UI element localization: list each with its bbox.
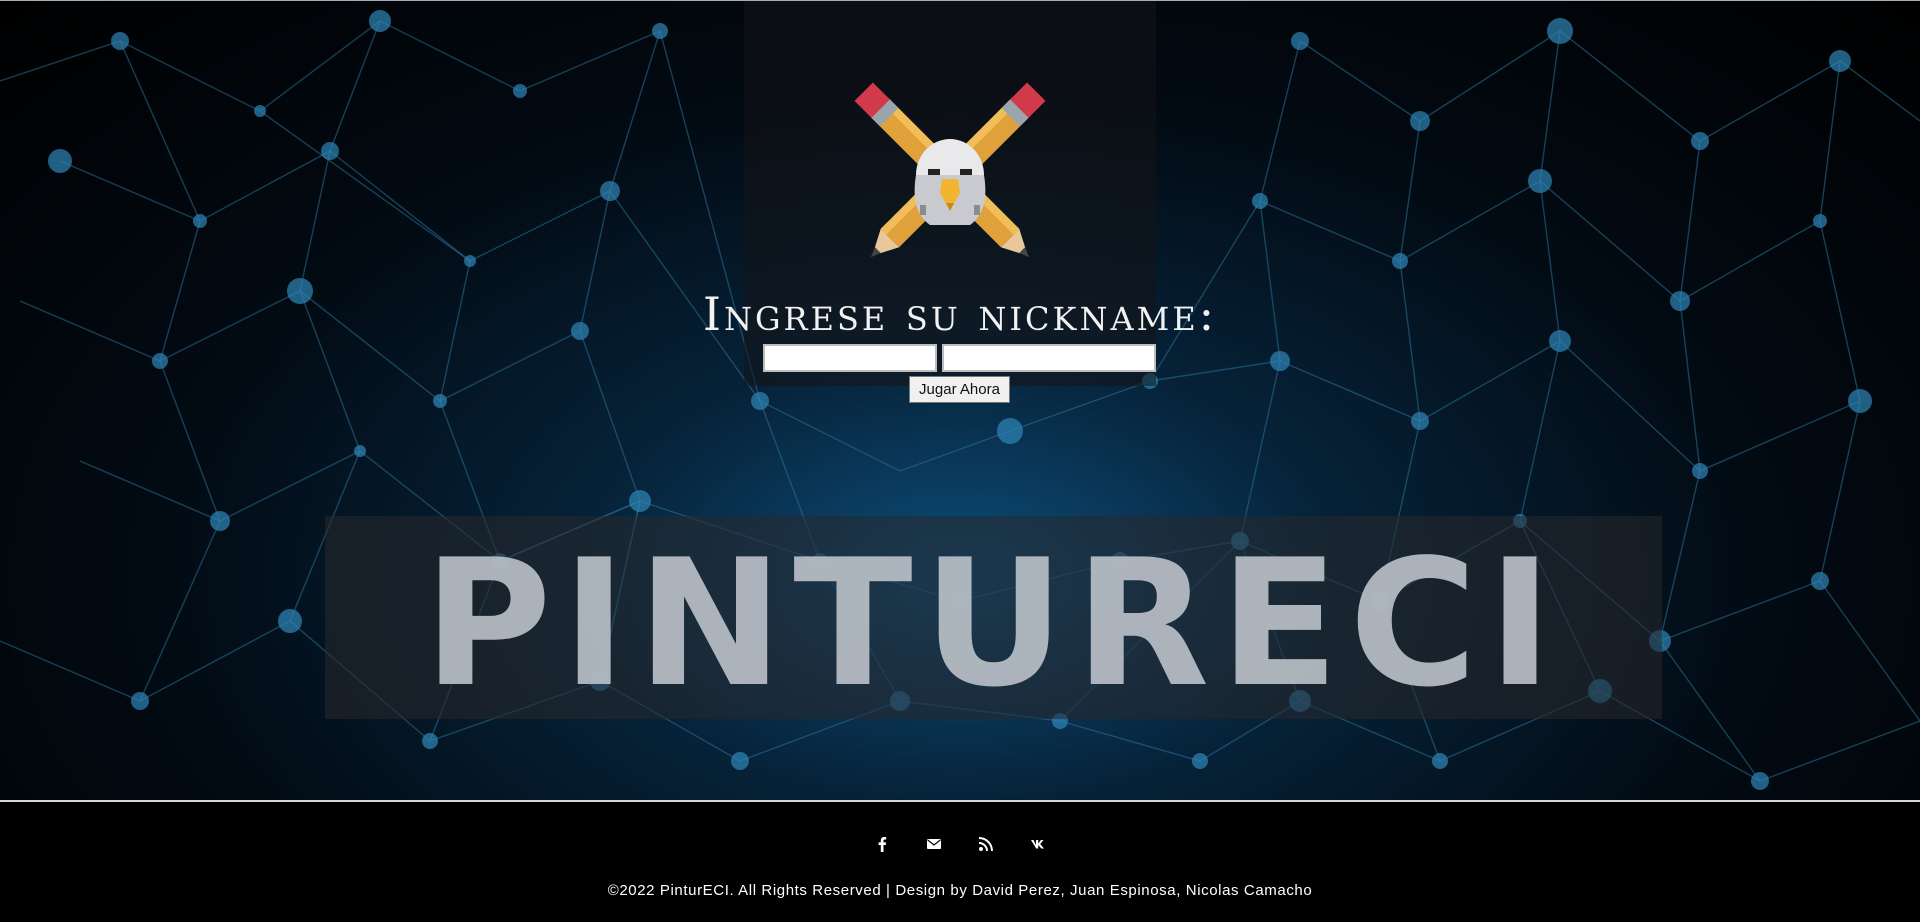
room-input[interactable] bbox=[942, 344, 1156, 372]
brand-wordmark-text: PINTURECI bbox=[423, 523, 1562, 719]
rss-icon[interactable] bbox=[974, 832, 998, 856]
eagle-crossed-pencils-icon bbox=[854, 82, 1046, 258]
copyright-text: ©2022 PinturECI. All Rights Reserved | D… bbox=[607, 882, 1313, 899]
brand-wordmark: PINTURECI bbox=[423, 523, 1562, 719]
hero-section: Ingrese su nickname: Jugar Ahora PINTURE… bbox=[0, 0, 1920, 800]
vk-icon[interactable] bbox=[1026, 832, 1050, 856]
brand-banner: PINTURECI bbox=[325, 516, 1662, 719]
facebook-icon[interactable] bbox=[870, 832, 894, 856]
nickname-input[interactable] bbox=[763, 344, 937, 372]
footer: ©2022 PinturECI. All Rights Reserved | D… bbox=[0, 802, 1920, 922]
nickname-label: Ingrese su nickname: bbox=[702, 287, 1218, 341]
social-links bbox=[0, 832, 1920, 856]
mail-icon[interactable] bbox=[922, 832, 946, 856]
play-now-button[interactable]: Jugar Ahora bbox=[909, 376, 1010, 403]
